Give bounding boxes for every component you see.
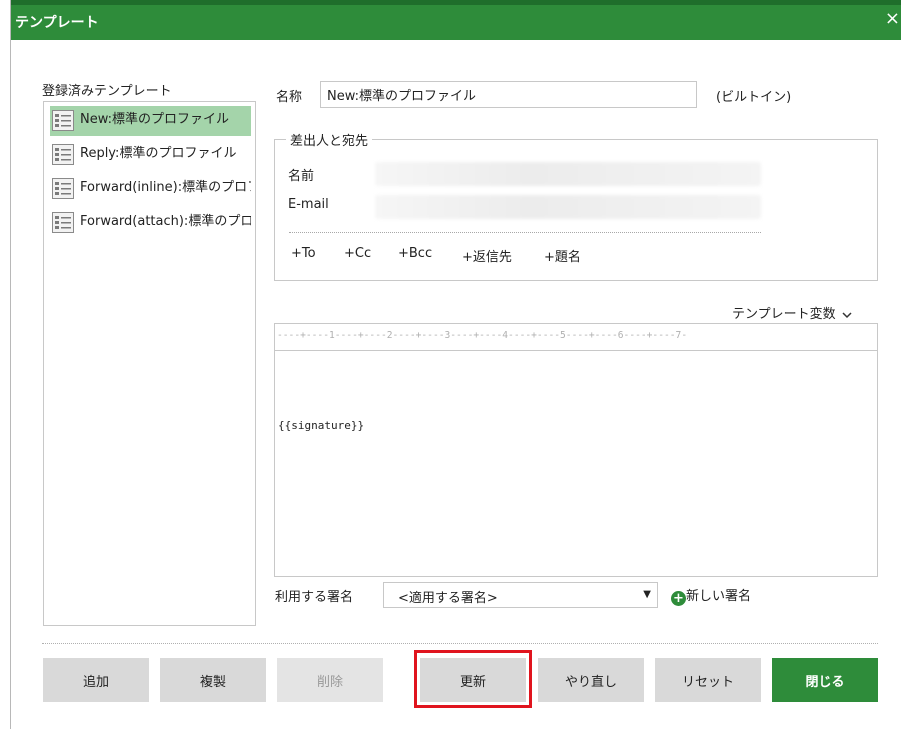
delete-button[interactable]: 削除 (277, 658, 383, 702)
new-signature-link[interactable]: + 新しい署名 (671, 585, 751, 606)
editor-ruler: ----+----1----+----2----+----3----+----4… (275, 324, 877, 351)
update-button[interactable]: 更新 (420, 658, 526, 702)
template-item-reply[interactable]: Reply:標準のプロファイル (50, 140, 251, 170)
footer-separator (42, 643, 878, 644)
name-label: 名称 (276, 90, 303, 105)
builtin-note: (ビルトイン) (716, 90, 792, 105)
template-variables-label: テンプレート変数 (732, 307, 836, 322)
signature-label: 利用する署名 (275, 590, 354, 605)
sender-email-field[interactable] (375, 195, 761, 219)
template-document-icon (52, 144, 74, 165)
add-button[interactable]: 追加 (43, 658, 149, 702)
close-button[interactable]: 閉じる (772, 658, 878, 702)
template-dialog: テンプレート × 登録済みテンプレート New:標準のプロファイル Reply:… (10, 0, 901, 729)
template-item-new[interactable]: New:標準のプロファイル (50, 106, 251, 136)
template-item-label: Forward(attach):標準のプロファイル (80, 214, 251, 229)
fieldset-separator (289, 232, 761, 233)
registered-templates-label: 登録済みテンプレート (42, 84, 172, 99)
template-list: New:標準のプロファイル Reply:標準のプロファイル Forward(in… (43, 101, 256, 626)
sender-email-label: E-mail (288, 197, 329, 212)
duplicate-button[interactable]: 複製 (160, 658, 266, 702)
template-item-forward-inline[interactable]: Forward(inline):標準のプロファイル (50, 174, 251, 204)
template-document-icon (52, 212, 74, 233)
add-cc-link[interactable]: +Cc (344, 246, 371, 261)
add-bcc-link[interactable]: +Bcc (398, 246, 432, 261)
template-name-input[interactable] (320, 81, 697, 108)
template-item-label: New:標準のプロファイル (80, 112, 230, 127)
redo-button[interactable]: やり直し (538, 658, 644, 702)
template-variables-toggle[interactable]: テンプレート変数 (732, 303, 852, 322)
sender-name-field[interactable] (375, 162, 761, 186)
add-subject-link[interactable]: +題名 (544, 246, 581, 265)
add-circle-icon: + (671, 591, 686, 606)
close-icon[interactable]: × (885, 9, 900, 29)
sender-name-label: 名前 (288, 169, 315, 184)
template-document-icon (52, 178, 74, 199)
dropdown-arrow-icon: ▼ (643, 589, 651, 600)
dialog-title: テンプレート (15, 15, 99, 31)
reset-button[interactable]: リセット (655, 658, 761, 702)
signature-select-value: <適用する署名> (398, 591, 498, 606)
new-signature-label: 新しい署名 (686, 589, 752, 604)
template-item-label: Forward(inline):標準のプロファイル (80, 180, 251, 195)
signature-select[interactable]: <適用する署名> ▼ (383, 582, 658, 608)
chevron-down-icon (842, 311, 852, 318)
template-body-editor[interactable]: ----+----1----+----2----+----3----+----4… (274, 323, 878, 577)
template-item-label: Reply:標準のプロファイル (80, 146, 237, 161)
sender-recipient-legend: 差出人と宛先 (286, 130, 373, 149)
dialog-titlebar: テンプレート × (11, 0, 901, 40)
template-item-forward-attach[interactable]: Forward(attach):標準のプロファイル (50, 208, 251, 238)
editor-body-text[interactable]: {{signature}} (278, 419, 364, 432)
add-to-link[interactable]: +To (291, 246, 316, 261)
add-reply-to-link[interactable]: +返信先 (462, 246, 512, 265)
template-document-icon (52, 110, 74, 131)
